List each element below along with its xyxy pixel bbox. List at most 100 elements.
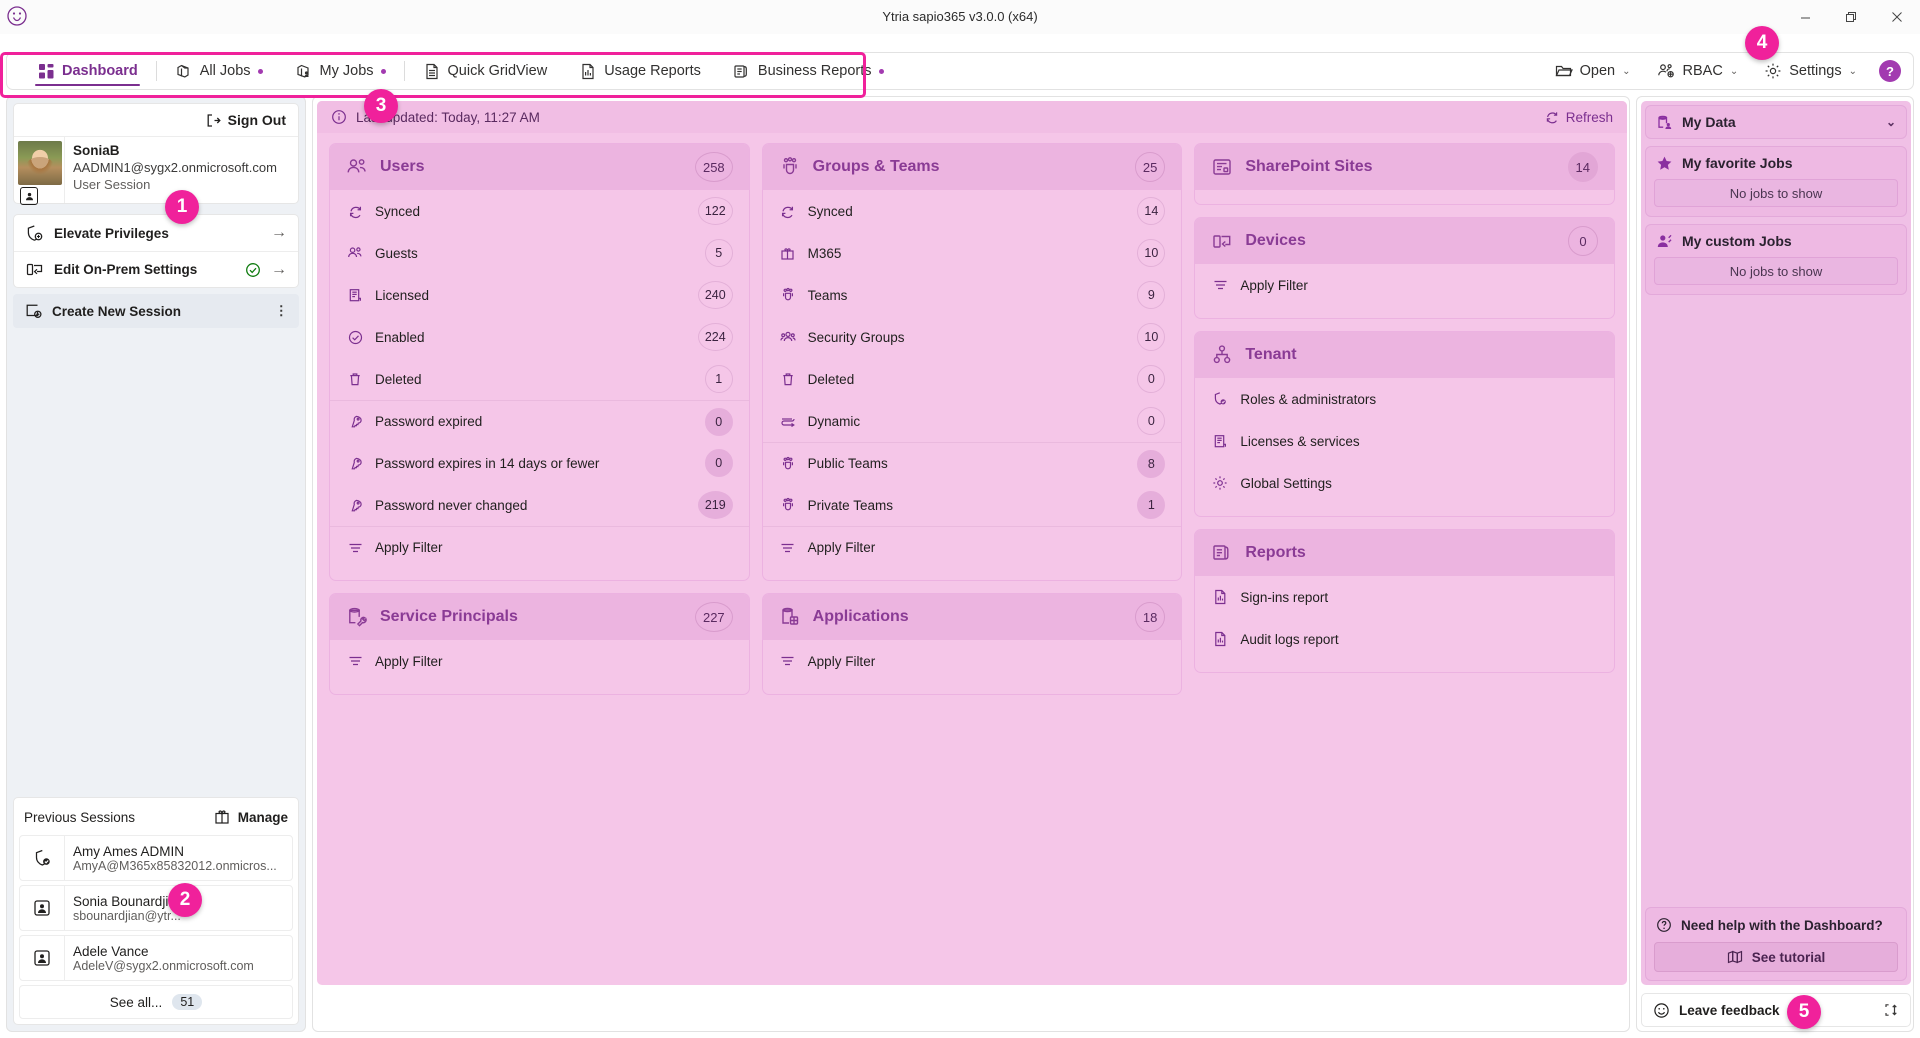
row-label: Teams: [808, 288, 848, 303]
maximize-button[interactable]: [1828, 0, 1874, 34]
report-page-icon: [1211, 589, 1229, 605]
row-roles-administrators[interactable]: Roles & administrators: [1195, 378, 1614, 420]
edit-onprem-settings-button[interactable]: Edit On-Prem Settings →: [14, 251, 298, 287]
row-label: Global Settings: [1240, 476, 1332, 491]
card-title: Devices: [1245, 232, 1306, 250]
dashboard-help-card: Need help with the Dashboard? See tutori…: [1645, 907, 1907, 981]
row-count: 0: [1137, 407, 1165, 435]
row-enabled[interactable]: Enabled 224: [330, 316, 749, 358]
row-global-settings[interactable]: Global Settings: [1195, 462, 1614, 504]
row-synced[interactable]: Synced 122: [330, 190, 749, 232]
apply-filter-service-principals[interactable]: Apply Filter: [330, 640, 749, 682]
current-user-row[interactable]: SoniaB AADMIN1@sygx2.onmicrosoft.com Use…: [14, 137, 298, 203]
user-name: SoniaB: [73, 143, 290, 158]
row-count: 14: [1137, 197, 1165, 225]
card-header[interactable]: Users 258: [330, 144, 749, 190]
tab-all-jobs[interactable]: All Jobs: [159, 53, 279, 89]
row-password-never-changed[interactable]: Password never changed 219: [330, 484, 749, 526]
row-guests[interactable]: Guests 5: [330, 232, 749, 274]
open-button[interactable]: Open ⌄: [1543, 56, 1643, 86]
card-header[interactable]: Service Principals 227: [330, 594, 749, 640]
row-count: 0: [705, 449, 733, 477]
teams-icon: [779, 456, 797, 472]
card-header[interactable]: Tenant: [1195, 332, 1614, 378]
row-deleted[interactable]: Deleted 0: [763, 358, 1182, 400]
card-header[interactable]: Applications 18: [763, 594, 1182, 640]
card-header[interactable]: Devices 0: [1195, 218, 1614, 264]
my-data-header[interactable]: My Data ⌄: [1646, 106, 1906, 138]
manage-sessions-button[interactable]: Manage: [214, 809, 288, 825]
card-title: Groups & Teams: [813, 158, 940, 176]
jobs-icon: [175, 62, 193, 80]
see-tutorial-button[interactable]: See tutorial: [1654, 942, 1898, 972]
row-public-teams[interactable]: Public Teams 8: [763, 442, 1182, 484]
window-controls: [1782, 0, 1920, 34]
sign-out-button[interactable]: Sign Out: [14, 104, 298, 137]
card-count: 258: [695, 152, 733, 182]
row-count: 10: [1137, 239, 1165, 267]
card-header[interactable]: Reports: [1195, 530, 1614, 576]
card-header[interactable]: Groups & Teams 25: [763, 144, 1182, 190]
teams-icon: [779, 497, 797, 513]
card-title: SharePoint Sites: [1245, 158, 1372, 176]
last-updated-bar: Last updated: Today, 11:27 AM Refresh: [317, 101, 1627, 133]
chevron-down-icon[interactable]: ⌄: [1886, 115, 1896, 129]
settings-button[interactable]: Settings ⌄: [1752, 56, 1869, 86]
list-item[interactable]: Amy Ames ADMIN AmyA@M365x85832012.onmicr…: [19, 835, 293, 881]
session-name: Adele Vance: [73, 944, 284, 959]
row-label: Public Teams: [808, 456, 888, 471]
card-header[interactable]: SharePoint Sites 14: [1195, 144, 1614, 190]
apply-filter-users[interactable]: Apply Filter: [330, 526, 749, 568]
row-label: Synced: [808, 204, 853, 219]
my-data-icon: [1656, 114, 1673, 131]
card-count: 0: [1568, 226, 1598, 256]
see-all-button[interactable]: See all... 51: [19, 985, 293, 1019]
on-prem-icon: [25, 260, 44, 279]
row-password-expires-soon[interactable]: Password expires in 14 days or fewer 0: [330, 442, 749, 484]
row-audit-logs-report[interactable]: Audit logs report: [1195, 618, 1614, 660]
row-licenses-services[interactable]: Licenses & services: [1195, 420, 1614, 462]
close-button[interactable]: [1874, 0, 1920, 34]
row-dynamic[interactable]: Dynamic 0: [763, 400, 1182, 442]
help-button[interactable]: ?: [1879, 60, 1901, 82]
refresh-button[interactable]: Refresh: [1545, 110, 1613, 125]
star-icon: [1656, 155, 1673, 172]
tab-my-jobs[interactable]: My Jobs: [279, 53, 402, 89]
gridview-icon: [423, 62, 441, 80]
tab-business-reports[interactable]: Business Reports: [717, 53, 900, 89]
leave-feedback-bar[interactable]: Leave feedback: [1641, 993, 1911, 1027]
tab-usage-reports[interactable]: Usage Reports: [563, 53, 717, 89]
tab-separator: [404, 61, 405, 81]
more-options-icon[interactable]: ⋮: [275, 303, 289, 319]
apply-filter-devices[interactable]: Apply Filter: [1195, 264, 1614, 306]
row-teams[interactable]: Teams 9: [763, 274, 1182, 316]
list-item[interactable]: Adele Vance AdeleV@sygx2.onmicrosoft.com: [19, 935, 293, 981]
tab-label: Quick GridView: [448, 63, 548, 79]
apply-filter-groups[interactable]: Apply Filter: [763, 526, 1182, 568]
row-password-expired[interactable]: Password expired 0: [330, 400, 749, 442]
card-title: Reports: [1245, 544, 1305, 562]
row-synced[interactable]: Synced 14: [763, 190, 1182, 232]
row-signins-report[interactable]: Sign-ins report: [1195, 576, 1614, 618]
row-m365[interactable]: M365 10: [763, 232, 1182, 274]
info-icon: [331, 109, 347, 125]
smiley-icon: [1653, 1002, 1670, 1019]
annotation-badge-1: 1: [165, 190, 199, 224]
minimize-button[interactable]: [1782, 0, 1828, 34]
apply-filter-applications[interactable]: Apply Filter: [763, 640, 1182, 682]
row-deleted[interactable]: Deleted 1: [330, 358, 749, 400]
row-licensed[interactable]: Licensed 240: [330, 274, 749, 316]
dashboard-column-3: SharePoint Sites 14: [1194, 143, 1615, 695]
my-data-card[interactable]: My Data ⌄: [1645, 105, 1907, 139]
expand-icon[interactable]: [1883, 1002, 1899, 1018]
folder-open-icon: [1555, 63, 1573, 79]
list-item[interactable]: Sonia Bounardjian sbounardjian@ytr...: [19, 885, 293, 931]
license-icon: [1211, 434, 1229, 449]
row-security-groups[interactable]: Security Groups 10: [763, 316, 1182, 358]
tab-dashboard[interactable]: Dashboard: [21, 53, 154, 89]
elevate-privileges-button[interactable]: Elevate Privileges →: [14, 215, 298, 251]
tab-quick-gridview[interactable]: Quick GridView: [407, 53, 564, 89]
create-new-session-button[interactable]: Create New Session ⋮: [13, 294, 299, 328]
row-private-teams[interactable]: Private Teams 1: [763, 484, 1182, 526]
rbac-button[interactable]: RBAC ⌄: [1645, 56, 1751, 86]
